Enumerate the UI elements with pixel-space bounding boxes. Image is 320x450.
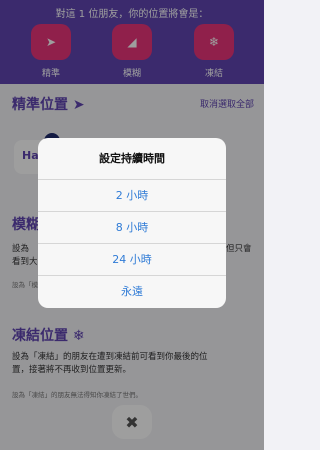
- dialog-title: 設定持續時間: [38, 138, 226, 180]
- duration-option-2h[interactable]: 2 小時: [38, 180, 226, 212]
- duration-option-8h[interactable]: 8 小時: [38, 212, 226, 244]
- duration-option-24h[interactable]: 24 小時: [38, 244, 226, 276]
- duration-dialog: 設定持續時間 2 小時 8 小時 24 小時 永遠: [38, 138, 226, 308]
- duration-option-forever[interactable]: 永遠: [38, 276, 226, 308]
